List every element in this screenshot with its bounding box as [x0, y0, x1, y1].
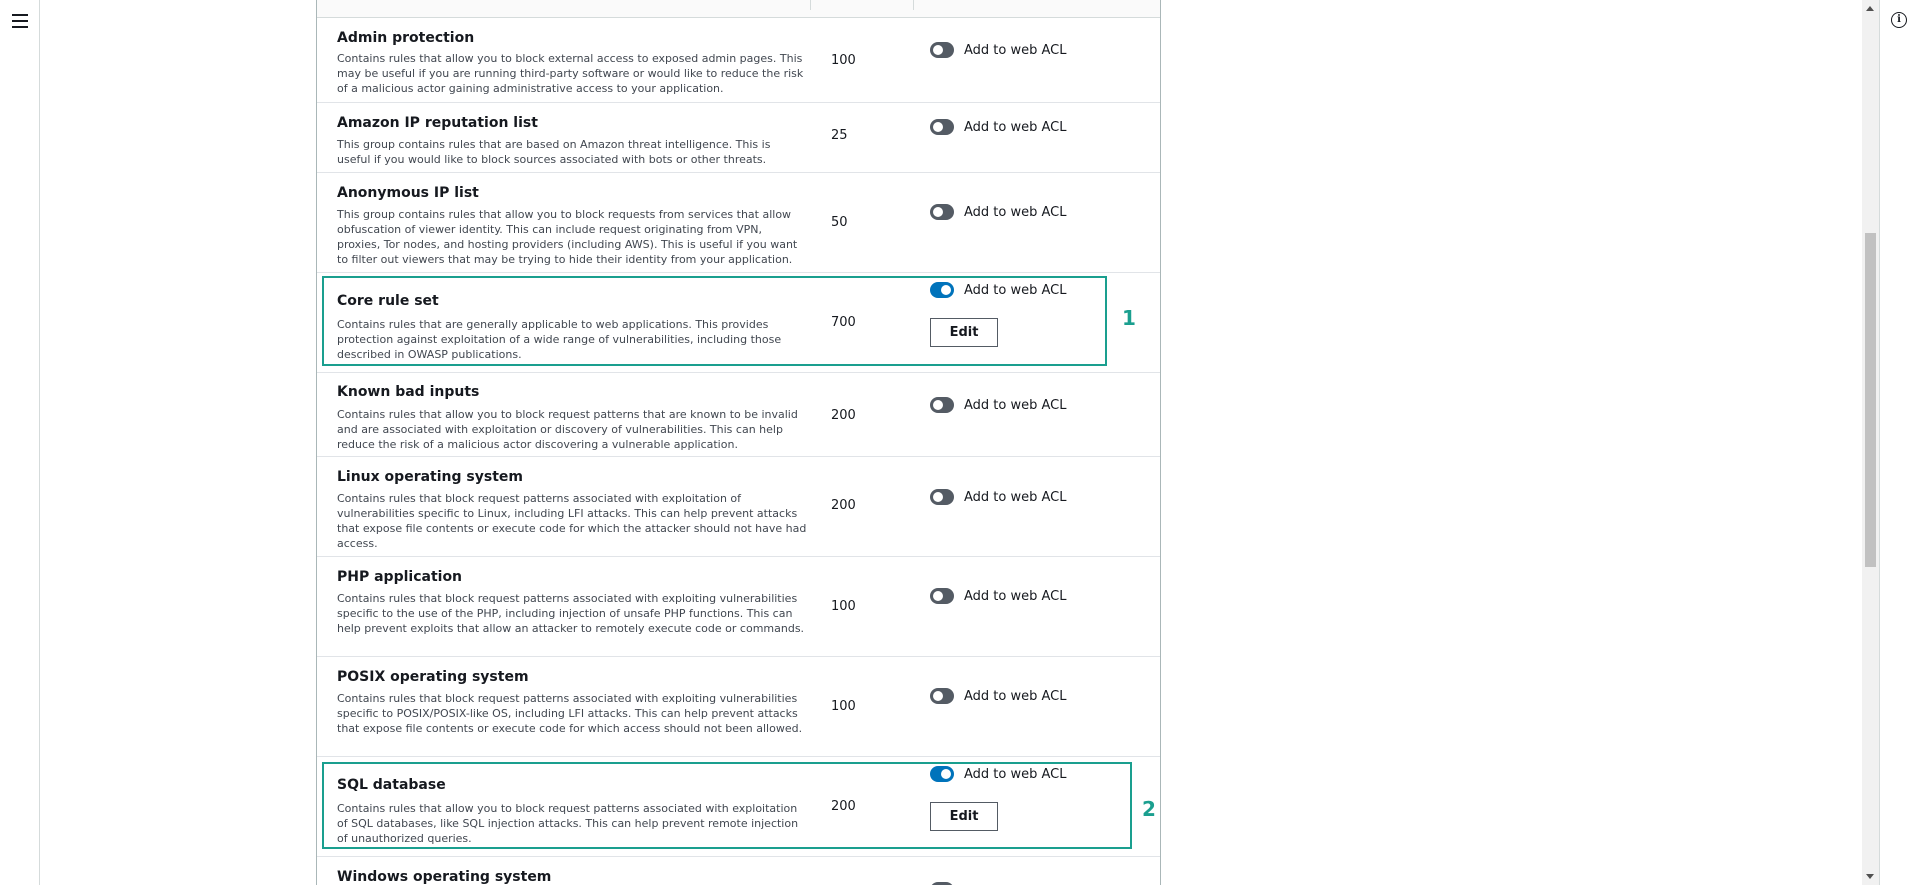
rule-description: Contains rules that block request patter… — [337, 492, 807, 550]
left-navigation — [0, 0, 40, 885]
add-to-web-acl-toggle[interactable]: Add to web ACL — [930, 118, 1066, 136]
rule-capacity: 700 — [831, 315, 856, 330]
rule-description: Contains rules that are generally applic… — [337, 318, 782, 361]
add-to-web-acl-toggle[interactable]: Add to web ACL — [930, 281, 1066, 299]
toggle-label: Add to web ACL — [964, 688, 1067, 704]
rule-row-windows-operating-system: Windows operating system — [317, 857, 1160, 885]
rule-capacity: 100 — [831, 53, 856, 68]
rule-row-anonymous-ip-list: Anonymous IP list This group contains ru… — [317, 173, 1160, 273]
callout-number: 1 — [1122, 306, 1136, 330]
toggle-switch[interactable] — [930, 119, 954, 135]
toggle-label: Add to web ACL — [964, 282, 1067, 298]
rule-description: Contains rules that allow you to block e… — [337, 52, 804, 95]
rule-row-linux-operating-system: Linux operating system Contains rules th… — [317, 457, 1160, 557]
toggle-switch[interactable] — [930, 766, 954, 782]
scroll-thumb[interactable] — [1865, 233, 1876, 567]
toggle-switch[interactable] — [930, 204, 954, 220]
toggle-label: Add to web ACL — [964, 588, 1067, 604]
hamburger-menu-icon[interactable] — [12, 14, 28, 28]
rule-capacity: 200 — [831, 799, 856, 814]
rule-row-core-rule-set: Core rule set Contains rules that are ge… — [317, 273, 1160, 373]
table-header — [317, 0, 1160, 18]
info-icon[interactable]: i — [1891, 12, 1907, 28]
add-to-web-acl-toggle[interactable]: Add to web ACL — [930, 765, 1066, 783]
rule-name: Windows operating system — [337, 869, 552, 885]
rule-row-php-application: PHP application Contains rules that bloc… — [317, 557, 1160, 657]
rule-capacity: 100 — [831, 599, 856, 614]
rule-row-admin-protection: Admin protection Contains rules that all… — [317, 19, 1160, 103]
rule-description: Contains rules that allow you to block r… — [337, 408, 798, 451]
rule-row-amazon-ip-reputation-list: Amazon IP reputation list This group con… — [317, 103, 1160, 173]
page-scrollbar[interactable] — [1862, 0, 1879, 885]
toggle-label: Add to web ACL — [964, 42, 1067, 58]
rule-capacity: 25 — [831, 128, 848, 143]
scroll-down-arrow-icon[interactable] — [1866, 874, 1874, 879]
toggle-switch[interactable] — [930, 282, 954, 298]
rule-description: Contains rules that block request patter… — [337, 692, 803, 735]
right-tools-panel: i — [1879, 0, 1919, 885]
rule-name: Core rule set — [337, 293, 439, 309]
rule-name: SQL database — [337, 777, 446, 793]
rule-row-known-bad-inputs: Known bad inputs Contains rules that all… — [317, 373, 1160, 457]
rule-description: Contains rules that allow you to block r… — [337, 802, 799, 845]
rule-description: This group contains rules that are based… — [337, 138, 771, 166]
rule-name: PHP application — [337, 569, 463, 585]
add-to-web-acl-toggle[interactable]: Add to web ACL — [930, 396, 1066, 414]
rule-row-posix-operating-system: POSIX operating system Contains rules th… — [317, 657, 1160, 757]
rule-name: Linux operating system — [337, 469, 523, 485]
toggle-switch[interactable] — [930, 688, 954, 704]
rule-row-sql-database: SQL database Contains rules that allow y… — [317, 757, 1160, 857]
rule-capacity: 50 — [831, 215, 848, 230]
toggle-label: Add to web ACL — [964, 766, 1067, 782]
toggle-label: Add to web ACL — [964, 397, 1067, 413]
add-to-web-acl-toggle[interactable]: Add to web ACL — [930, 203, 1066, 221]
toggle-label: Add to web ACL — [964, 204, 1067, 220]
toggle-switch[interactable] — [930, 588, 954, 604]
toggle-switch[interactable] — [930, 397, 954, 413]
edit-sql-database-button[interactable]: Edit — [930, 802, 998, 831]
rule-capacity: 200 — [831, 498, 856, 513]
rule-name: Anonymous IP list — [337, 185, 479, 201]
rule-name: Amazon IP reputation list — [337, 115, 538, 131]
rule-name: Admin protection — [337, 30, 475, 46]
toggle-switch[interactable] — [930, 42, 954, 58]
add-to-web-acl-toggle[interactable]: Add to web ACL — [930, 488, 1066, 506]
rule-capacity: 100 — [831, 699, 856, 714]
rule-description: Contains rules that block request patter… — [337, 592, 805, 635]
rule-name: Known bad inputs — [337, 384, 480, 400]
toggle-label: Add to web ACL — [964, 119, 1067, 135]
managed-rule-groups-table: Admin protection Contains rules that all… — [316, 0, 1161, 885]
add-to-web-acl-toggle[interactable]: Add to web ACL — [930, 587, 1066, 605]
rule-capacity: 200 — [831, 408, 856, 423]
toggle-label: Add to web ACL — [964, 489, 1067, 505]
toggle-switch[interactable] — [930, 489, 954, 505]
add-to-web-acl-toggle[interactable] — [930, 881, 954, 885]
rule-name: POSIX operating system — [337, 669, 529, 685]
add-to-web-acl-toggle[interactable]: Add to web ACL — [930, 687, 1066, 705]
edit-core-rule-set-button[interactable]: Edit — [930, 318, 998, 347]
callout-number: 2 — [1142, 797, 1156, 821]
scroll-up-arrow-icon[interactable] — [1866, 6, 1874, 11]
rule-description: This group contains rules that allow you… — [337, 208, 798, 266]
add-to-web-acl-toggle[interactable]: Add to web ACL — [930, 41, 1066, 59]
